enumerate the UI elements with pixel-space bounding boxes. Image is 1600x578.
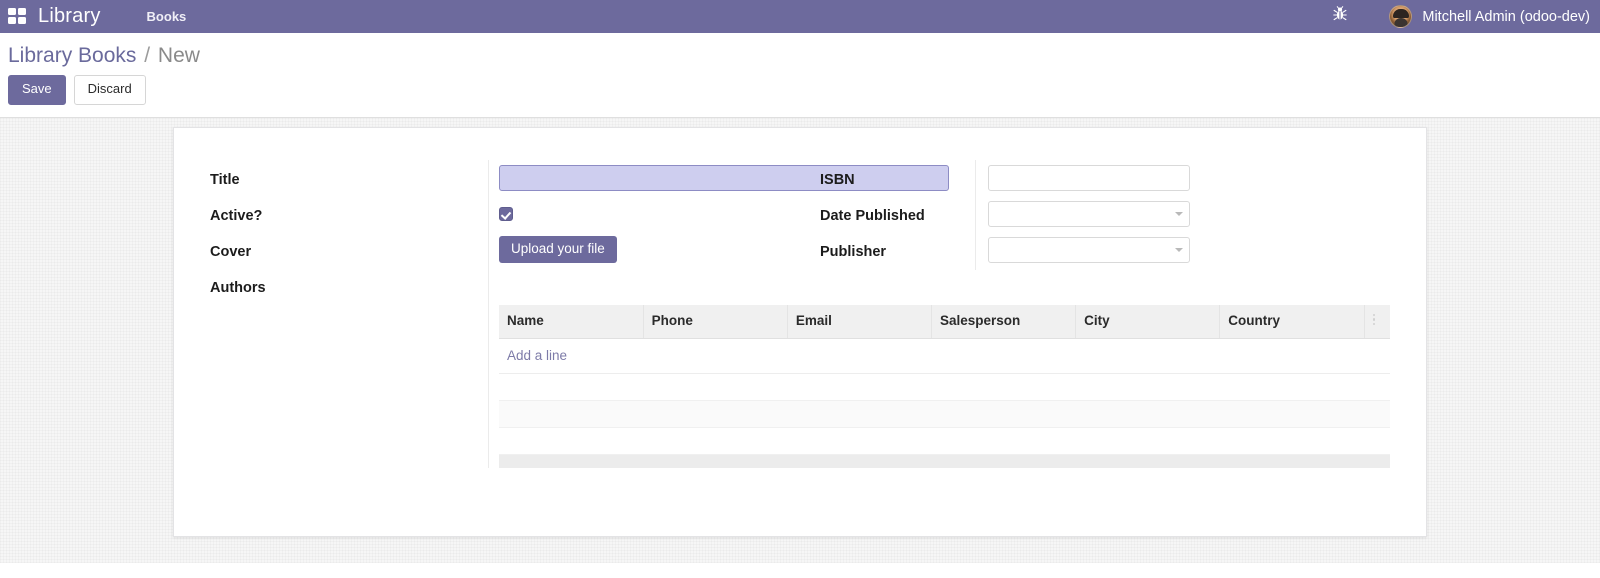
bug-icon[interactable]	[1327, 5, 1353, 28]
date-published-field-wrapper	[988, 200, 1190, 227]
column-options-toggle[interactable]	[1364, 304, 1390, 340]
right-labels-column: ISBN Date Published Publisher	[800, 160, 975, 270]
save-button[interactable]: Save	[8, 75, 66, 105]
isbn-input[interactable]	[988, 164, 1190, 191]
column-header-country[interactable]: Country	[1219, 304, 1365, 340]
label-isbn: ISBN	[820, 171, 855, 188]
label-active: Active?	[210, 207, 263, 224]
add-line-cell: Add a line	[499, 338, 1390, 375]
date-published-input[interactable]	[988, 200, 1190, 227]
field-row-date-published	[988, 196, 1390, 232]
form-action-buttons: Save Discard	[0, 75, 1600, 105]
brand-library[interactable]: Library	[38, 5, 101, 28]
field-row-publisher	[988, 232, 1390, 268]
breadcrumb-current: New	[157, 44, 200, 67]
user-menu-name[interactable]: Mitchell Admin (odoo-dev)	[1422, 9, 1590, 25]
menu-item-books[interactable]: Books	[139, 3, 195, 30]
discard-button[interactable]: Discard	[73, 75, 146, 105]
column-header-email[interactable]: Email	[787, 304, 932, 340]
filler-row	[499, 373, 1390, 402]
form-group-right: ISBN Date Published Publisher	[800, 159, 1390, 270]
apps-grid-square	[18, 7, 26, 15]
breadcrumb-separator: /	[144, 44, 151, 67]
form-sheet: Title Active? Cover Authors Upload your …	[173, 126, 1427, 537]
control-panel: Library Books / New Save Discard	[0, 33, 1600, 118]
apps-grid-square	[8, 7, 16, 15]
field-row-isbn	[988, 160, 1390, 196]
isbn-field-wrapper	[988, 164, 1190, 191]
apps-grid-icon[interactable]	[8, 7, 28, 26]
filler-cell	[499, 400, 1390, 429]
top-navbar: Library Books Mitchell Admin (odoo-dev)	[0, 0, 1600, 33]
label-date-published: Date Published	[820, 207, 925, 224]
vertical-dots-icon	[1372, 312, 1376, 328]
table-footer-cell	[499, 454, 1390, 468]
label-publisher: Publisher	[820, 243, 887, 260]
breadcrumb: Library Books / New	[0, 42, 1600, 75]
form-groups: Title Active? Cover Authors Upload your …	[210, 159, 1390, 306]
filler-cell	[499, 427, 1390, 456]
breadcrumb-root-link[interactable]: Library Books	[8, 44, 136, 67]
apps-grid-square	[18, 16, 26, 24]
column-header-name[interactable]: Name	[499, 304, 644, 340]
filler-cell	[499, 373, 1390, 402]
label-cover: Cover	[210, 243, 252, 260]
table-footer-bar	[499, 454, 1390, 468]
column-header-city[interactable]: City	[1075, 304, 1221, 340]
left-labels-column: Title Active? Cover Authors	[210, 160, 488, 306]
upload-file-button[interactable]: Upload your file	[499, 235, 617, 264]
apps-grid-square	[8, 16, 16, 24]
add-line-row: Add a line	[499, 338, 1390, 375]
authors-table-wrapper: Name Phone Email Salesperson City Countr…	[488, 304, 1390, 468]
label-authors: Authors	[210, 279, 266, 296]
form-group-left: Title Active? Cover Authors Upload your …	[210, 159, 949, 306]
column-header-salesperson[interactable]: Salesperson	[931, 304, 1077, 340]
label-title: Title	[210, 171, 240, 188]
user-avatar[interactable]	[1389, 5, 1413, 28]
authors-table-head: Name Phone Email Salesperson City Countr…	[499, 304, 1390, 340]
filler-row	[499, 400, 1390, 429]
right-fields-column	[975, 159, 1390, 270]
authors-header-row: Name Phone Email Salesperson City Countr…	[499, 304, 1390, 340]
authors-table: Name Phone Email Salesperson City Countr…	[499, 304, 1390, 468]
column-header-phone[interactable]: Phone	[643, 304, 788, 340]
publisher-input[interactable]	[988, 236, 1190, 263]
publisher-field-wrapper	[988, 236, 1190, 263]
navbar-right: Mitchell Admin (odoo-dev)	[1327, 5, 1590, 28]
add-a-line-link[interactable]: Add a line	[507, 348, 567, 363]
filler-row	[499, 427, 1390, 456]
form-background: Title Active? Cover Authors Upload your …	[0, 118, 1600, 563]
authors-one2many-row: Name Phone Email Salesperson City Countr…	[210, 304, 1390, 468]
authors-table-body: Add a line	[499, 338, 1390, 468]
active-checkbox[interactable]	[499, 206, 513, 221]
authors-label-spacer	[210, 305, 488, 468]
